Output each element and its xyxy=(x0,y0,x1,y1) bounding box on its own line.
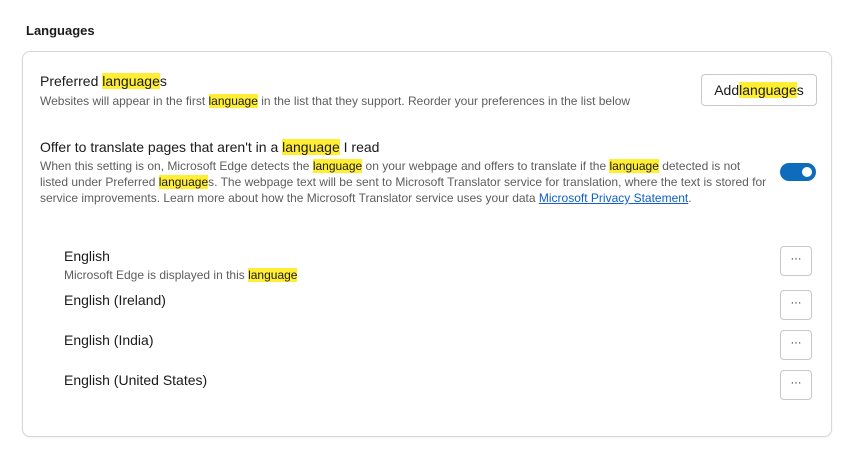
languages-card: Preferred languages Websites will appear… xyxy=(22,51,832,437)
language-more-button-english[interactable]: ··· xyxy=(780,246,812,276)
language-more-button-english-ireland[interactable]: ··· xyxy=(780,290,812,320)
more-icon: ··· xyxy=(790,376,802,389)
language-name: English xyxy=(64,248,110,264)
language-item-english-united-states: English (United States) xyxy=(64,370,744,390)
language-more-button-english-united-states[interactable]: ··· xyxy=(780,370,812,400)
preferred-languages-description: Websites will appear in the first langua… xyxy=(40,94,631,108)
offer-translate-title: Offer to translate pages that aren't in … xyxy=(40,139,380,155)
language-name: English (Ireland) xyxy=(64,292,166,308)
offer-translate-row: Offer to translate pages that aren't in … xyxy=(40,137,770,206)
offer-translate-description: When this setting is on, Microsoft Edge … xyxy=(40,159,767,205)
language-name: English (United States) xyxy=(64,372,208,388)
section-title: Languages xyxy=(26,23,95,38)
more-icon: ··· xyxy=(790,252,802,265)
language-item-english-ireland: English (Ireland) xyxy=(64,290,744,310)
add-languages-button[interactable]: Add language s xyxy=(701,74,817,106)
offer-translate-toggle[interactable] xyxy=(780,163,816,181)
more-icon: ··· xyxy=(790,296,802,309)
preferred-languages-row: Preferred languages Websites will appear… xyxy=(40,71,680,109)
language-item-english-india: English (India) xyxy=(64,330,744,350)
language-more-button-english-india[interactable]: ··· xyxy=(780,330,812,360)
language-name: English (India) xyxy=(64,332,154,348)
privacy-statement-link[interactable]: Microsoft Privacy Statement xyxy=(539,191,688,205)
toggle-knob xyxy=(802,167,812,177)
language-display-note: Microsoft Edge is displayed in this lang… xyxy=(64,268,298,282)
preferred-languages-title: Preferred languages xyxy=(40,73,167,89)
language-item-english: English Microsoft Edge is displayed in t… xyxy=(64,246,744,283)
more-icon: ··· xyxy=(790,336,802,349)
